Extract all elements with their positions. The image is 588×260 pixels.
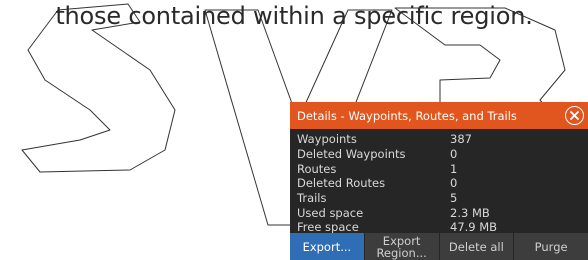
caption-text: those contained within a specific region… (55, 2, 533, 30)
details-dialog: Details - Waypoints, Routes, and Trails … (290, 102, 588, 260)
detail-value: 387 (450, 132, 472, 147)
close-icon (570, 111, 579, 120)
export-region-button[interactable]: Export Region... (363, 233, 439, 260)
detail-label: Trails (297, 191, 327, 206)
purge-button[interactable]: Purge (513, 233, 588, 260)
detail-row-deleted-routes: Deleted Routes 0 (290, 176, 588, 191)
dialog-title-bar: Details - Waypoints, Routes, and Trails (290, 102, 588, 129)
detail-label: Deleted Routes (297, 176, 386, 191)
export-button[interactable]: Export... (290, 233, 364, 260)
delete-all-button[interactable]: Delete all (438, 233, 514, 260)
detail-row-trails: Trails 5 (290, 191, 588, 206)
detail-value: 2.3 MB (450, 205, 490, 220)
export-region-label: Export Region... (376, 235, 426, 259)
detail-value: 0 (450, 176, 458, 191)
detail-label: Used space (297, 205, 364, 220)
detail-value: 5 (450, 191, 458, 206)
detail-label: Deleted Waypoints (297, 147, 406, 162)
detail-value: 0 (450, 147, 458, 162)
detail-label: Waypoints (297, 132, 357, 147)
close-button[interactable] (565, 106, 584, 125)
dialog-title: Details - Waypoints, Routes, and Trails (297, 108, 517, 123)
detail-row-used-space: Used space 2.3 MB (290, 205, 588, 220)
detail-label: Routes (297, 161, 337, 176)
details-list: Waypoints 387 Deleted Waypoints 0 Routes… (290, 129, 588, 235)
detail-row-waypoints: Waypoints 387 (290, 132, 588, 147)
export-region-line2: Region... (376, 245, 427, 260)
dialog-button-bar: Export... Export Region... Delete all Pu… (290, 233, 588, 260)
detail-row-deleted-waypoints: Deleted Waypoints 0 (290, 147, 588, 162)
detail-row-routes: Routes 1 (290, 161, 588, 176)
detail-value: 1 (450, 161, 458, 176)
